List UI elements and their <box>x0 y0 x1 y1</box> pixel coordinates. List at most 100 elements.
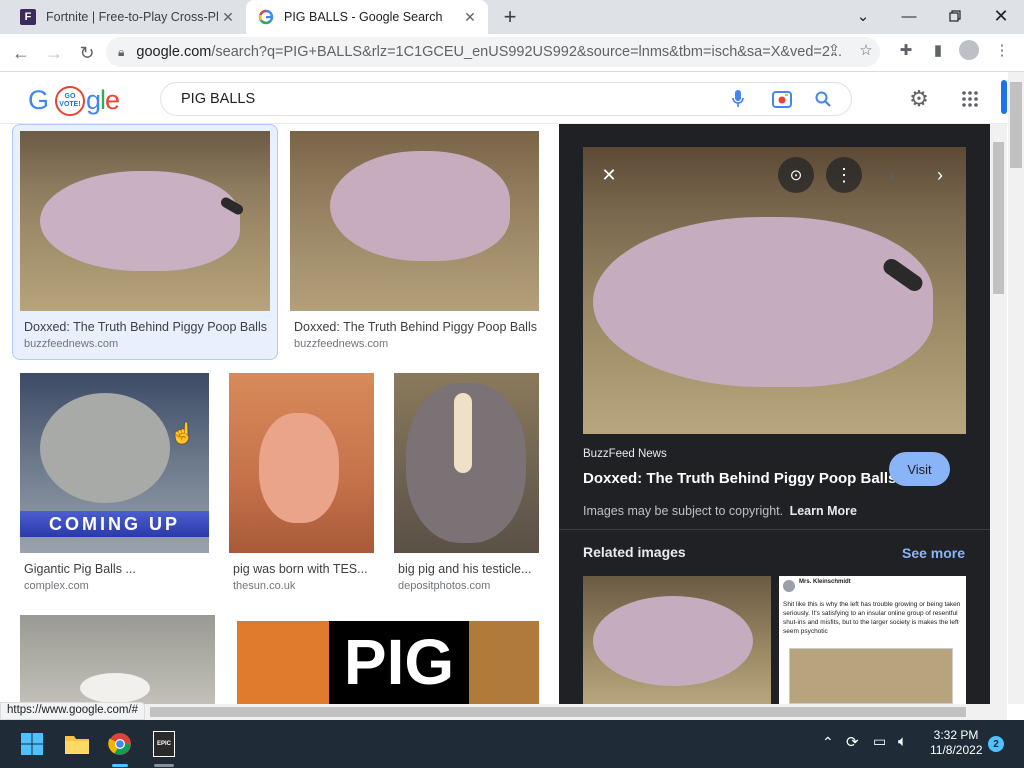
next-image-icon[interactable]: › <box>922 157 958 193</box>
clock-time: 3:32 PM <box>933 728 979 742</box>
more-options-icon[interactable]: ⋮ <box>826 157 862 193</box>
result-source[interactable]: complex.com <box>24 580 89 592</box>
close-tab-icon[interactable]: ✕ <box>218 7 238 27</box>
status-bar-url: https://www.google.com/# <box>0 702 146 720</box>
result-source[interactable]: depositphotos.com <box>398 580 490 592</box>
scrollbar-thumb[interactable] <box>150 707 966 717</box>
tweet-author: Mrs. Kleinschmidt <box>799 579 851 585</box>
close-window-icon[interactable]: ✕ <box>978 0 1024 32</box>
hand-cursor-icon: ☝ <box>170 423 195 445</box>
side-panel-icon[interactable]: ▮ <box>926 37 950 63</box>
browser-toolbar: ← → ↻ 🔒︎ google.com/search?q=PIG+BALLS&r… <box>0 34 1024 72</box>
chrome-taskbar-icon[interactable] <box>104 728 136 760</box>
clock[interactable]: 3:32 PM 11/8/2022 <box>930 728 983 758</box>
go-vote-doodle[interactable]: GO VOTE! <box>55 86 85 116</box>
share-icon[interactable]: ⇪ <box>822 37 846 63</box>
result-image-pig-7[interactable]: PIG <box>237 621 539 704</box>
bookmark-star-icon[interactable]: ☆ <box>854 37 878 63</box>
horizontal-scrollbar[interactable] <box>0 704 1007 720</box>
result-caption[interactable]: Doxxed: The Truth Behind Piggy Poop Ball… <box>294 320 537 334</box>
profile-avatar-icon[interactable] <box>957 37 981 63</box>
url-host: google.com <box>136 44 212 60</box>
account-indicator[interactable] <box>1001 80 1007 114</box>
result-caption[interactable]: Doxxed: The Truth Behind Piggy Poop Ball… <box>24 320 267 334</box>
tab-search-icon[interactable]: ⌄ <box>840 0 886 32</box>
chrome-menu-icon[interactable]: ⋮ <box>990 37 1014 63</box>
preview-image[interactable] <box>583 147 966 434</box>
result-image-pig-6[interactable] <box>20 615 215 704</box>
tab-title: PIG BALLS - Google Search <box>284 10 443 24</box>
preview-source-name[interactable]: BuzzFeed News <box>583 448 667 460</box>
result-image-pig-2[interactable] <box>290 131 539 311</box>
related-images-heading: Related images <box>583 544 686 560</box>
browser-vertical-scrollbar[interactable] <box>1008 72 1024 704</box>
result-image-pig-5[interactable] <box>394 373 539 553</box>
visit-button[interactable]: Visit <box>889 452 950 486</box>
scrollbar-thumb[interactable] <box>1010 82 1022 168</box>
close-preview-icon[interactable]: ✕ <box>591 157 627 193</box>
related-image-tweet[interactable]: Mrs. Kleinschmidt Shit like this is why … <box>779 576 966 704</box>
tab-title: Fortnite | Free-to-Play Cross-Plat <box>46 10 218 24</box>
result-image-pig-3[interactable]: COMING UP <box>20 373 209 553</box>
open-app-indicator <box>154 764 174 767</box>
copyright-notice: Images may be subject to copyright. Lear… <box>583 504 857 518</box>
forward-icon[interactable]: → <box>41 40 67 66</box>
see-more-link[interactable]: See more <box>902 545 965 561</box>
address-bar[interactable]: 🔒︎ google.com/search?q=PIG+BALLS&rlz=1C1… <box>106 37 880 67</box>
clock-date: 11/8/2022 <box>930 743 983 757</box>
pig-text-banner: PIG <box>329 621 469 704</box>
tab-google-search[interactable]: PIG BALLS - Google Search ✕ <box>246 0 488 34</box>
volume-icon[interactable]: 🔈︎ <box>898 733 907 750</box>
close-tab-icon[interactable]: ✕ <box>460 7 480 27</box>
url-path: /search?q=PIG+BALLS&rlz=1C1GCEU_enUS992U… <box>211 44 843 60</box>
tab-fortnite[interactable]: F Fortnite | Free-to-Play Cross-Plat ✕ <box>8 0 246 34</box>
sync-alert-icon[interactable]: ⟳ <box>846 733 859 751</box>
avatar <box>783 580 795 592</box>
result-image-pig-4[interactable] <box>229 373 374 553</box>
previous-image-icon[interactable]: ‹ <box>874 157 910 193</box>
active-app-indicator <box>112 764 128 767</box>
result-source[interactable]: thesun.co.uk <box>233 580 295 592</box>
result-source[interactable]: buzzfeednews.com <box>294 338 388 350</box>
apps-grid-icon[interactable] <box>959 88 981 110</box>
network-icon[interactable]: ▭ <box>873 733 886 750</box>
tweet-text: Shit like this is why the left has troub… <box>783 601 961 635</box>
epic-games-icon[interactable]: EPIC <box>148 728 180 760</box>
lock-icon[interactable]: 🔒︎ <box>118 45 124 60</box>
back-icon[interactable]: ← <box>8 40 34 66</box>
scrollbar-thumb[interactable] <box>993 142 1004 294</box>
coming-up-banner: COMING UP <box>20 511 209 537</box>
search-query: PIG BALLS <box>181 91 256 107</box>
microphone-icon[interactable] <box>727 88 749 110</box>
lens-search-icon[interactable]: ⊙ <box>778 157 814 193</box>
windows-taskbar: EPIC ⌃ ⟳ ▭ 🔈︎ 3:32 PM 11/8/2022 2 <box>0 720 1024 768</box>
minimize-icon[interactable]: — <box>886 0 932 32</box>
lens-camera-icon[interactable] <box>771 88 793 110</box>
image-preview-panel: ✕ ⊙ ⋮ ‹ › BuzzFeed News Doxxed: The Trut… <box>559 124 990 704</box>
google-favicon <box>258 9 274 25</box>
reload-icon[interactable]: ↻ <box>74 40 100 66</box>
search-icon[interactable] <box>812 88 834 110</box>
related-image-pig[interactable] <box>583 576 771 704</box>
preview-title[interactable]: Doxxed: The Truth Behind Piggy Poop Ball… <box>583 470 896 487</box>
learn-more-link[interactable]: Learn More <box>790 504 857 518</box>
copyright-text: Images may be subject to copyright. <box>583 504 784 518</box>
result-image-pig-1[interactable] <box>20 131 270 311</box>
windows-start-icon[interactable] <box>16 728 48 760</box>
extensions-icon[interactable]: ✚ <box>894 37 918 63</box>
page-vertical-scrollbar[interactable] <box>990 124 1007 704</box>
settings-gear-icon[interactable]: ⚙ <box>908 86 930 111</box>
restore-icon[interactable] <box>932 0 978 32</box>
result-caption[interactable]: Gigantic Pig Balls ... <box>24 562 136 576</box>
file-explorer-icon[interactable] <box>61 728 93 760</box>
fortnite-favicon: F <box>20 9 36 25</box>
new-tab-icon[interactable]: + <box>498 4 522 29</box>
result-caption[interactable]: pig was born with TES... <box>233 562 368 576</box>
tweet-embedded-image <box>789 648 953 704</box>
notification-badge[interactable]: 2 <box>988 736 1004 752</box>
divider <box>559 529 990 530</box>
chevron-up-icon[interactable]: ⌃ <box>822 734 834 751</box>
tab-strip: F Fortnite | Free-to-Play Cross-Plat ✕ P… <box>0 0 1024 34</box>
result-caption[interactable]: big pig and his testicle... <box>398 562 531 576</box>
result-source[interactable]: buzzfeednews.com <box>24 338 118 350</box>
